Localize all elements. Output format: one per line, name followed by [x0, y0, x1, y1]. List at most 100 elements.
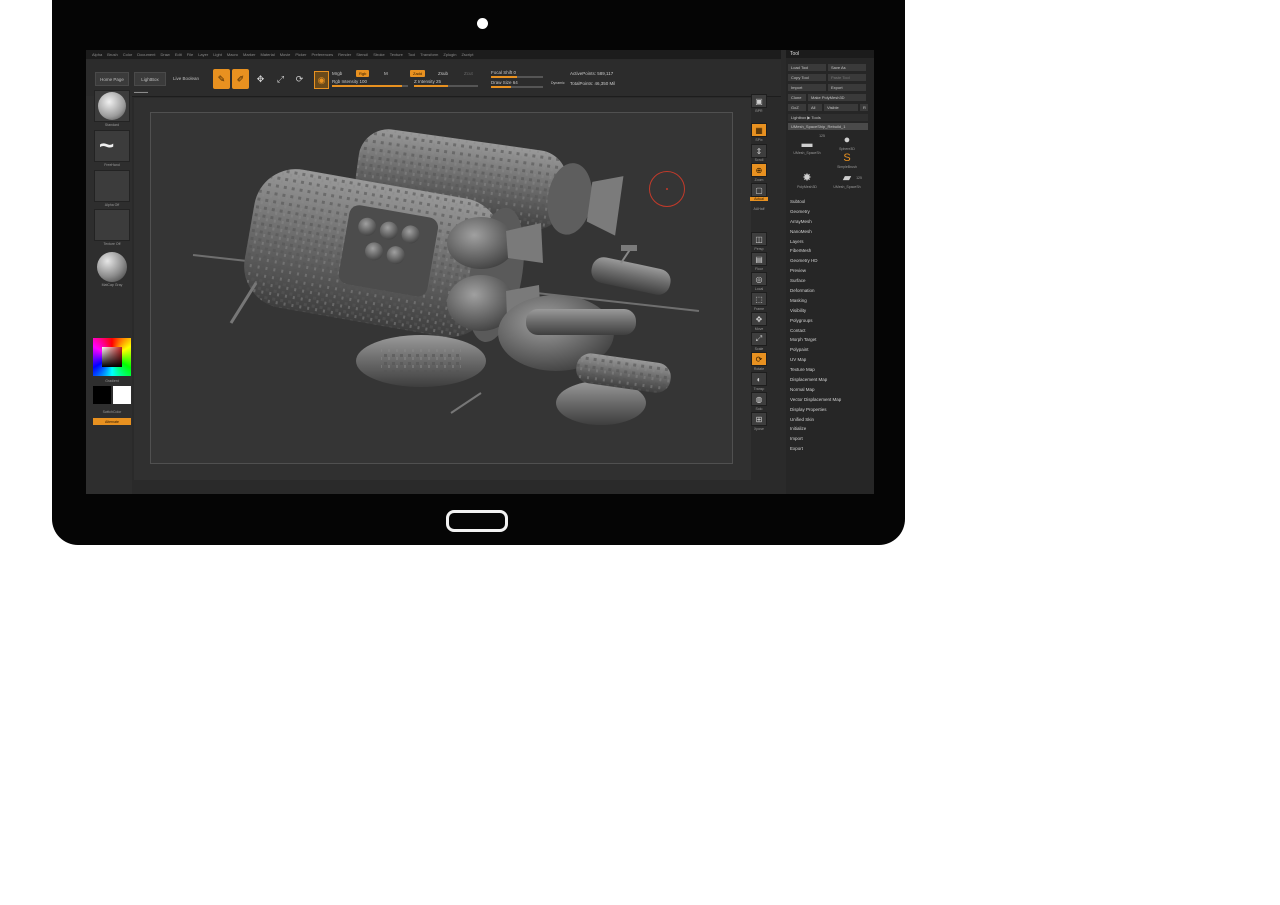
menu-item[interactable]: Draw — [160, 52, 169, 57]
copy-tool-button[interactable]: Copy Tool — [788, 74, 826, 81]
menu-item[interactable]: Stencil — [356, 52, 368, 57]
subpalette-item[interactable]: Surface — [790, 276, 841, 286]
brush-picker[interactable] — [94, 90, 130, 122]
xpose-button[interactable]: ⊞ — [751, 412, 767, 426]
stroke-picker[interactable]: ~ — [94, 130, 130, 162]
aahalf-label[interactable]: AAHalf — [750, 207, 768, 211]
subpalette-item[interactable]: Subtool — [790, 197, 841, 207]
spaceship-model[interactable] — [151, 113, 733, 464]
subpalette-item[interactable]: Geometry HD — [790, 256, 841, 266]
zadd-button[interactable]: Zadd — [410, 70, 426, 77]
subpalette-item[interactable]: UV Map — [790, 355, 841, 365]
menu-item[interactable]: File — [187, 52, 193, 57]
export-button[interactable]: Export — [828, 84, 866, 91]
draw-mode-button[interactable]: ✐ — [232, 69, 249, 89]
subpalette-item[interactable]: Geometry — [790, 207, 841, 217]
menu-item[interactable]: Edit — [175, 52, 182, 57]
tool-thumb-simplebrush[interactable]: S SimpleBrush — [828, 152, 866, 169]
live-boolean-button[interactable]: Live Boolean — [173, 76, 199, 81]
menu-item[interactable]: Material — [260, 52, 274, 57]
menu-item[interactable]: Render — [338, 52, 351, 57]
subpalette-item[interactable]: ArrayMesh — [790, 217, 841, 227]
document-canvas[interactable] — [134, 98, 751, 480]
tool-thumb-sphere[interactable]: ● Sphere3D — [828, 134, 866, 151]
tool-thumb-spaceship-2[interactable]: ▰ UMesh_SpaceSh — [828, 172, 866, 189]
menu-item[interactable]: Macro — [227, 52, 238, 57]
menu-item[interactable]: Marker — [243, 52, 255, 57]
menu-item[interactable]: Zscript — [461, 52, 473, 57]
z-intensity-slider[interactable]: Z Intensity 25 — [414, 79, 478, 89]
subpalette-item[interactable]: NanoMesh — [790, 227, 841, 237]
edit-mode-button[interactable]: ✎ — [213, 69, 230, 89]
menu-item[interactable]: Preferences — [312, 52, 334, 57]
subpalette-item[interactable]: Unified Skin — [790, 415, 841, 425]
zcut-button[interactable]: Zcut — [464, 71, 473, 76]
menu-item[interactable]: Zplugin — [443, 52, 456, 57]
dynamic-button[interactable]: Dynamic — [551, 81, 565, 85]
tool-thumb-polymesh[interactable]: ✸ PolyMesh3D — [788, 172, 826, 189]
solo-button[interactable]: ◍ — [751, 392, 767, 406]
make-polymesh-button[interactable]: Make PolyMesh3D — [808, 94, 866, 101]
scroll-button[interactable]: ⇕ — [751, 144, 767, 158]
save-as-button[interactable]: Save As — [828, 64, 866, 71]
transp-button[interactable]: ◐ — [751, 372, 767, 386]
rgb-intensity-slider[interactable]: Rgb Intensity 100 — [332, 79, 408, 89]
zsub-button[interactable]: Zsub — [438, 71, 448, 76]
bpr-button[interactable]: ▣ — [751, 94, 767, 108]
rgb-toggle[interactable]: Mrgb — [332, 71, 342, 76]
subpalette-item[interactable]: Vector Displacement Map — [790, 395, 841, 405]
material-picker[interactable] — [97, 252, 127, 282]
rgb-button[interactable]: Rgb — [356, 70, 370, 77]
scale-mode-button[interactable]: ⤢ — [274, 71, 287, 87]
color-picker[interactable] — [93, 338, 131, 376]
subpalette-item[interactable]: Export — [790, 444, 841, 454]
visible-button[interactable]: Visible — [824, 104, 858, 111]
subpalette-item[interactable]: Normal Map — [790, 385, 841, 395]
menu-item[interactable]: Light — [213, 52, 222, 57]
menu-item[interactable]: Color — [123, 52, 133, 57]
draw-size-slider[interactable]: Draw Size 64 — [491, 80, 543, 90]
local-button[interactable]: ◎ — [751, 272, 767, 286]
subpalette-item[interactable]: Morph Target — [790, 335, 841, 345]
subpalette-item[interactable]: Import — [790, 434, 841, 444]
subpalette-item[interactable]: Display Properties — [790, 405, 841, 415]
clone-button[interactable]: Clone — [788, 94, 806, 101]
subpalette-item[interactable]: Polygroups — [790, 316, 841, 326]
frame-button[interactable]: ⬚ — [751, 292, 767, 306]
rotate-mode-button[interactable]: ⟳ — [293, 71, 306, 87]
menu-item[interactable]: Picker — [295, 52, 306, 57]
spix-button[interactable]: ▦ — [751, 123, 767, 137]
scale-button[interactable]: ⤢ — [751, 332, 767, 346]
undo-history-strip[interactable]: ▬▬▬▬ — [134, 90, 148, 94]
alternate-button[interactable]: Alternate — [93, 418, 131, 425]
menu-item[interactable]: Transform — [420, 52, 438, 57]
menu-item[interactable]: Texture — [390, 52, 403, 57]
load-tool-button[interactable]: Load Tool — [788, 64, 826, 71]
tool-thumb-spaceship[interactable]: ▬ UMesh_SpaceSh — [788, 138, 826, 155]
actual-button[interactable]: ▢ — [751, 183, 767, 197]
menu-item[interactable]: Movie — [280, 52, 291, 57]
menu-item[interactable]: Tool — [408, 52, 415, 57]
menu-item[interactable]: Layer — [198, 52, 208, 57]
paste-tool-button[interactable]: Paste Tool — [828, 74, 866, 81]
subpalette-item[interactable]: Preview — [790, 266, 841, 276]
subpalette-item[interactable]: Layers — [790, 237, 841, 247]
lightbox-button[interactable]: LightBox — [134, 72, 166, 86]
r-button[interactable]: R — [860, 104, 868, 111]
current-tool-slider[interactable]: UMesh_SpaceShip_Rebuild_1 — [788, 123, 868, 130]
subpalette-item[interactable]: Initialize — [790, 424, 841, 434]
subpalette-item[interactable]: Polypaint — [790, 345, 841, 355]
subpalette-item[interactable]: Contact — [790, 326, 841, 336]
move-mode-button[interactable]: ✥ — [254, 71, 267, 87]
rotate-button[interactable]: ⟳ — [751, 352, 767, 366]
subpalette-item[interactable]: Masking — [790, 296, 841, 306]
main-color-swatch[interactable] — [113, 386, 131, 404]
subpalette-item[interactable]: Texture Map — [790, 365, 841, 375]
secondary-color-swatch[interactable] — [93, 386, 111, 404]
floor-button[interactable]: ▤ — [751, 252, 767, 266]
mrgb-button[interactable]: ◉ — [314, 71, 329, 89]
texture-picker[interactable] — [94, 209, 130, 241]
goz-button[interactable]: GoZ — [788, 104, 806, 111]
subpalette-item[interactable]: FiberMesh — [790, 246, 841, 256]
alpha-picker[interactable] — [94, 170, 130, 202]
